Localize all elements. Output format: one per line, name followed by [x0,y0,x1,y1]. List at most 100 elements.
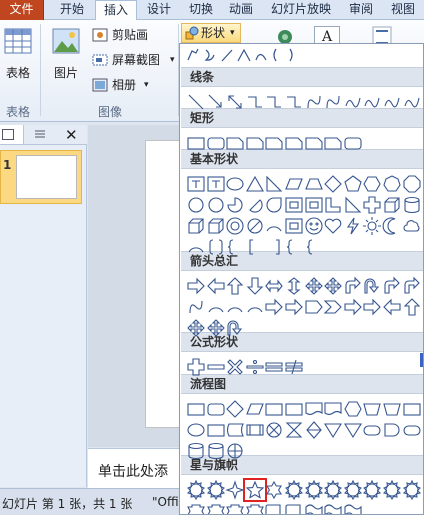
shape-scribble[interactable] [382,92,402,112]
table-button[interactable]: 表格 [0,26,36,86]
tab-insert[interactable]: 插入 [95,0,137,21]
shape-arrowline[interactable] [206,92,226,112]
shape-cube[interactable] [186,216,206,236]
shape-arrowUD[interactable] [284,276,304,296]
shape-fcDisk[interactable] [206,441,226,461]
shape-elbow[interactable] [284,92,304,112]
shape-wave[interactable] [323,501,343,514]
shape-fcDelay[interactable] [382,420,402,440]
shape-tri[interactable] [245,174,265,194]
shape-line[interactable] [186,92,206,112]
shape-fcDoc[interactable] [304,399,324,419]
shape-arrowR[interactable] [186,276,206,296]
shape-brace[interactable] [304,237,324,257]
shape-fcTerm[interactable] [402,420,422,440]
shape-scribble[interactable] [343,92,363,112]
shape-curve[interactable] [323,92,343,112]
shape-oval[interactable] [225,174,245,194]
slide-thumbnail[interactable] [16,155,77,199]
shape-fcTerm[interactable] [362,420,382,440]
recent-shapes-row[interactable] [186,47,306,63]
shape-seal[interactable] [323,480,343,500]
shape-arc[interactable] [245,297,265,317]
shape-rect[interactable] [284,399,304,419]
shape-rect[interactable] [186,133,206,153]
shape-heart[interactable] [323,216,343,236]
shape-arrowU[interactable] [225,276,245,296]
shape-uturn[interactable] [225,318,245,338]
tab-animations[interactable]: 动画 [222,0,260,20]
shape-pent[interactable] [343,174,363,194]
shape-fcManual[interactable] [382,399,402,419]
shape-frame[interactable] [284,216,304,236]
shape-seal[interactable] [304,480,324,500]
shape-tear[interactable] [264,195,284,215]
shape-seal[interactable] [402,480,422,500]
shape-arrowD[interactable] [245,276,265,296]
shape-sun[interactable] [362,216,382,236]
shape-scroll[interactable] [264,501,284,514]
shape-num[interactable] [206,195,226,215]
shape-fcSort[interactable] [304,420,324,440]
shape-divide[interactable] [245,357,265,377]
shape-arrowR[interactable] [343,297,363,317]
tab-file[interactable]: 文件 [0,0,44,20]
shape-snip[interactable] [323,133,343,153]
shape-wave[interactable] [343,501,363,514]
shape-brace[interactable] [284,237,304,257]
shape-hept[interactable] [382,174,402,194]
tab-slideshow[interactable]: 幻灯片放映 [262,0,340,20]
shape-chevron[interactable] [323,297,343,317]
notes-pane[interactable]: 单击此处添 [88,448,188,488]
shape-snip[interactable] [284,133,304,153]
shape-elbow[interactable] [264,92,284,112]
shape-seal[interactable] [284,480,304,500]
shape-arrowLR[interactable] [264,276,284,296]
shape-arc[interactable] [186,237,206,257]
shape-bent[interactable] [343,276,363,296]
shape-arrowR[interactable] [362,297,382,317]
shape-arc[interactable] [264,216,284,236]
shape-times[interactable] [225,357,245,377]
shape-quad[interactable] [323,276,343,296]
shape-star6[interactable] [264,480,284,500]
shape-rtri[interactable] [264,174,284,194]
shape-ribbon[interactable] [186,501,206,514]
shape-hex[interactable] [343,399,363,419]
clipart-button[interactable]: 剪贴画 [92,26,172,44]
shape-five-point-star-selected[interactable] [242,478,267,502]
shape-pentArrow[interactable] [304,297,324,317]
shape-rect[interactable] [402,399,422,419]
shape-snip[interactable] [245,133,265,153]
shape-cube[interactable] [206,216,226,236]
shape-arc[interactable] [225,297,245,317]
shape-lframe[interactable] [323,195,343,215]
shape-uturn[interactable] [362,276,382,296]
tab-transitions[interactable]: 切换 [182,0,220,20]
shape-smiley[interactable] [304,216,324,236]
shape-quad[interactable] [186,318,206,338]
tab-home[interactable]: 开始 [52,0,92,20]
slides-tab[interactable] [0,125,24,144]
shape-oval[interactable] [186,420,206,440]
shape-scroll[interactable] [284,501,304,514]
shape-fcStore[interactable] [225,420,245,440]
shape-trap[interactable] [304,174,324,194]
shape-donut[interactable] [225,216,245,236]
album-button[interactable]: 相册 ▾ [92,76,152,94]
shape-bracketL[interactable] [245,237,265,257]
shape-wave[interactable] [304,501,324,514]
shape-hex[interactable] [362,174,382,194]
shape-bent[interactable] [402,276,422,296]
shape-curve[interactable] [186,297,206,317]
shape-diamond[interactable] [323,174,343,194]
close-pane-icon[interactable]: ✕ [65,126,78,144]
shape-arrowL[interactable] [206,276,226,296]
shape-cloud[interactable] [402,216,422,236]
shape-frame[interactable] [304,195,324,215]
gallery-scroll-indicator[interactable] [420,353,423,367]
shape-rtri[interactable] [343,195,363,215]
shape-rrect[interactable] [343,133,363,153]
shape-plus[interactable] [362,195,382,215]
shape-num[interactable] [186,195,206,215]
